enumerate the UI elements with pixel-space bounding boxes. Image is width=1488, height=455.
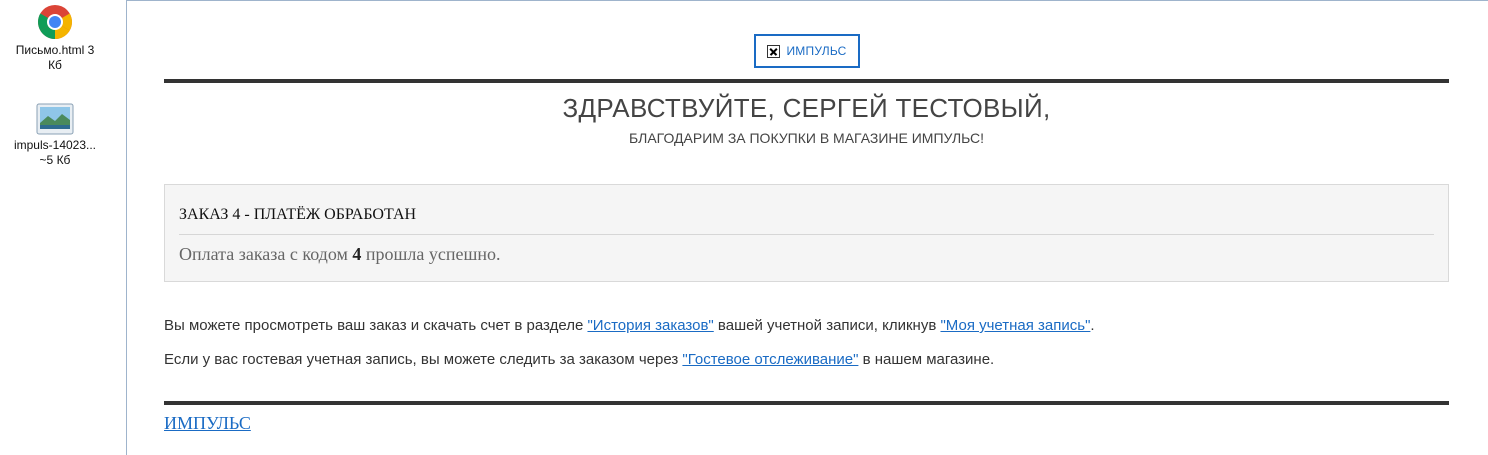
chrome-icon — [38, 5, 72, 39]
my-account-link[interactable]: "Моя учетная запись" — [940, 317, 1090, 334]
order-message-prefix: Оплата заказа с кодом — [179, 244, 353, 264]
order-history-info: Вы можете просмотреть ваш заказ и скачат… — [164, 317, 1095, 334]
greeting-subtitle: БЛАГОДАРИМ ЗА ПОКУПКИ В МАГАЗИНЕ ИМПУЛЬС… — [628, 130, 985, 146]
header-divider — [164, 79, 1449, 83]
footer-store-link[interactable]: ИМПУЛЬС — [164, 413, 251, 434]
info-text: Если у вас гостевая учетная запись, вы м… — [164, 351, 683, 368]
greeting-title: ЗДРАВСТВУЙТЕ, СЕРГЕЙ ТЕСТОВЫЙ, — [562, 93, 1051, 123]
guest-tracking-link[interactable]: "Гостевое отслеживание" — [682, 351, 858, 368]
image-file-icon — [36, 103, 74, 135]
order-status-title: ЗАКАЗ 4 - ПЛАТЁЖ ОБРАБОТАН — [179, 206, 417, 223]
info-text: в нашем магазине. — [858, 351, 995, 368]
info-text: вашей учетной записи, кликнув — [713, 317, 941, 334]
attachment-image[interactable]: impuls-14023... ~5 Кб — [0, 103, 110, 168]
guest-tracking-info: Если у вас гостевая учетная запись, вы м… — [164, 351, 994, 368]
store-logo-link[interactable]: ИМПУЛЬС — [754, 34, 860, 68]
order-status-panel: ЗАКАЗ 4 - ПЛАТЁЖ ОБРАБОТАН Оплата заказа… — [164, 184, 1449, 282]
attachment-html-letter[interactable]: Письмо.html 3 Кб — [0, 4, 110, 73]
footer-divider — [164, 401, 1449, 405]
attachments-sidebar: Письмо.html 3 Кб impuls-14023... ~5 Кб — [0, 0, 127, 455]
logo-alt-text: ИМПУЛЬС — [786, 44, 847, 58]
attachment-name: Письмо.html 3 — [15, 43, 95, 57]
order-history-link[interactable]: "История заказов" — [587, 317, 713, 334]
info-text: . — [1090, 317, 1095, 334]
order-message-suffix: прошла успешно. — [361, 244, 501, 264]
info-text: Вы можете просмотреть ваш заказ и скачат… — [164, 317, 588, 334]
attachment-size: Кб — [48, 58, 62, 72]
broken-image-icon — [767, 44, 781, 58]
attachment-name: impuls-14023... — [13, 138, 97, 152]
order-status-message: Оплата заказа с кодом 4 прошла успешно. — [179, 244, 500, 265]
attachment-size: ~5 Кб — [39, 153, 71, 167]
email-body: ИМПУЛЬС ЗДРАВСТВУЙТЕ, СЕРГЕЙ ТЕСТОВЫЙ, Б… — [164, 0, 1449, 455]
order-panel-divider — [179, 234, 1434, 235]
